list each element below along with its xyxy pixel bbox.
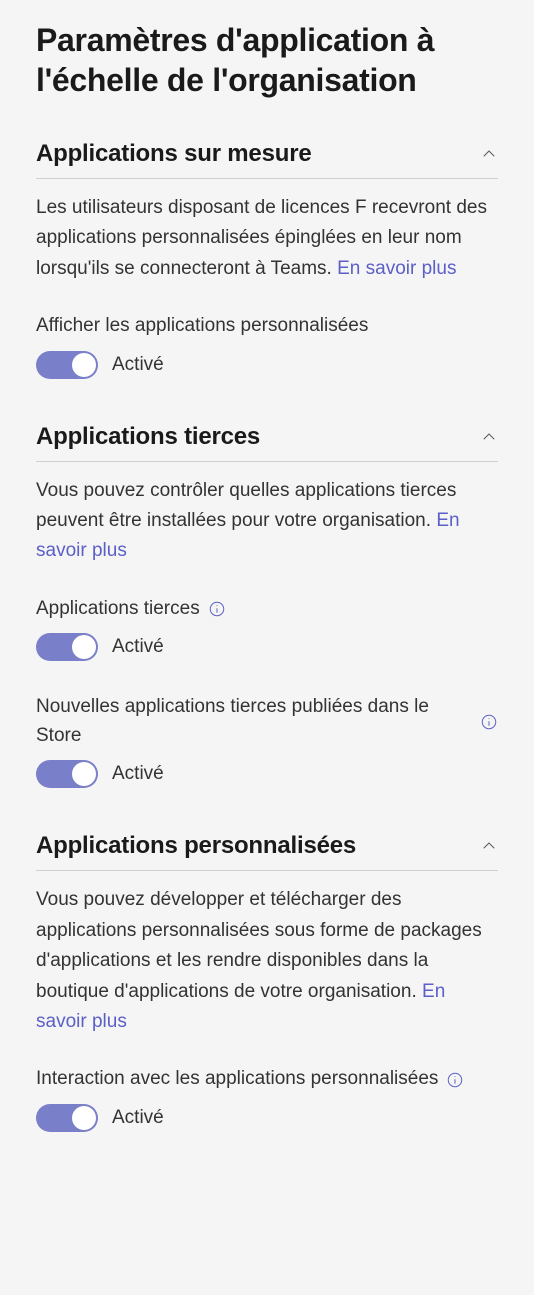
- toggle-knob: [72, 1106, 96, 1130]
- section-title-thirdparty: Applications tierces: [36, 423, 260, 451]
- toggle-row: Activé: [36, 760, 498, 788]
- section-tailored-apps: Applications sur mesure Les utilisateurs…: [36, 140, 498, 379]
- label-text: Afficher les applications personnalisées: [36, 312, 368, 341]
- setting-label-custom-interaction: Interaction avec les applications person…: [36, 1065, 498, 1094]
- toggle-status: Activé: [112, 354, 164, 376]
- toggle-thirdparty-apps[interactable]: [36, 633, 98, 661]
- toggle-knob: [72, 353, 96, 377]
- chevron-up-icon: [480, 428, 498, 446]
- info-icon[interactable]: [480, 713, 498, 731]
- setting-label-show-tailored: Afficher les applications personnalisées: [36, 312, 498, 341]
- section-header-tailored[interactable]: Applications sur mesure: [36, 140, 498, 179]
- toggle-custom-interaction[interactable]: [36, 1104, 98, 1132]
- toggle-status: Activé: [112, 1107, 164, 1129]
- toggle-row: Activé: [36, 633, 498, 661]
- toggle-new-thirdparty-apps[interactable]: [36, 760, 98, 788]
- desc-text: Vous pouvez contrôler quelles applicatio…: [36, 480, 456, 531]
- toggle-status: Activé: [112, 636, 164, 658]
- section-third-party-apps: Applications tierces Vous pouvez contrôl…: [36, 423, 498, 789]
- section-header-custom[interactable]: Applications personnalisées: [36, 832, 498, 871]
- chevron-up-icon: [480, 145, 498, 163]
- desc-text: Vous pouvez développer et télécharger de…: [36, 889, 482, 1001]
- section-desc-custom: Vous pouvez développer et télécharger de…: [36, 885, 498, 1037]
- label-text: Interaction avec les applications person…: [36, 1065, 438, 1094]
- section-title-tailored: Applications sur mesure: [36, 140, 311, 168]
- page-title: Paramètres d'application à l'échelle de …: [36, 20, 498, 100]
- section-custom-apps: Applications personnalisées Vous pouvez …: [36, 832, 498, 1131]
- setting-custom-interaction: Interaction avec les applications person…: [36, 1065, 498, 1132]
- toggle-show-tailored[interactable]: [36, 351, 98, 379]
- toggle-knob: [72, 635, 96, 659]
- label-text: Applications tierces: [36, 595, 200, 624]
- toggle-knob: [72, 762, 96, 786]
- toggle-row: Activé: [36, 1104, 498, 1132]
- setting-show-tailored: Afficher les applications personnalisées…: [36, 312, 498, 379]
- section-header-thirdparty[interactable]: Applications tierces: [36, 423, 498, 462]
- setting-label-new-thirdparty: Nouvelles applications tierces publiées …: [36, 693, 498, 750]
- chevron-up-icon: [480, 837, 498, 855]
- setting-new-thirdparty-apps: Nouvelles applications tierces publiées …: [36, 693, 498, 788]
- label-text: Nouvelles applications tierces publiées …: [36, 693, 472, 750]
- section-desc-thirdparty: Vous pouvez contrôler quelles applicatio…: [36, 476, 498, 567]
- setting-thirdparty-apps: Applications tierces Activé: [36, 595, 498, 662]
- toggle-status: Activé: [112, 763, 164, 785]
- info-icon[interactable]: [208, 600, 226, 618]
- section-title-custom: Applications personnalisées: [36, 832, 356, 860]
- info-icon[interactable]: [446, 1071, 464, 1089]
- toggle-row: Activé: [36, 351, 498, 379]
- setting-label-thirdparty: Applications tierces: [36, 595, 498, 624]
- section-desc-tailored: Les utilisateurs disposant de licences F…: [36, 193, 498, 284]
- learn-more-link[interactable]: En savoir plus: [337, 258, 456, 279]
